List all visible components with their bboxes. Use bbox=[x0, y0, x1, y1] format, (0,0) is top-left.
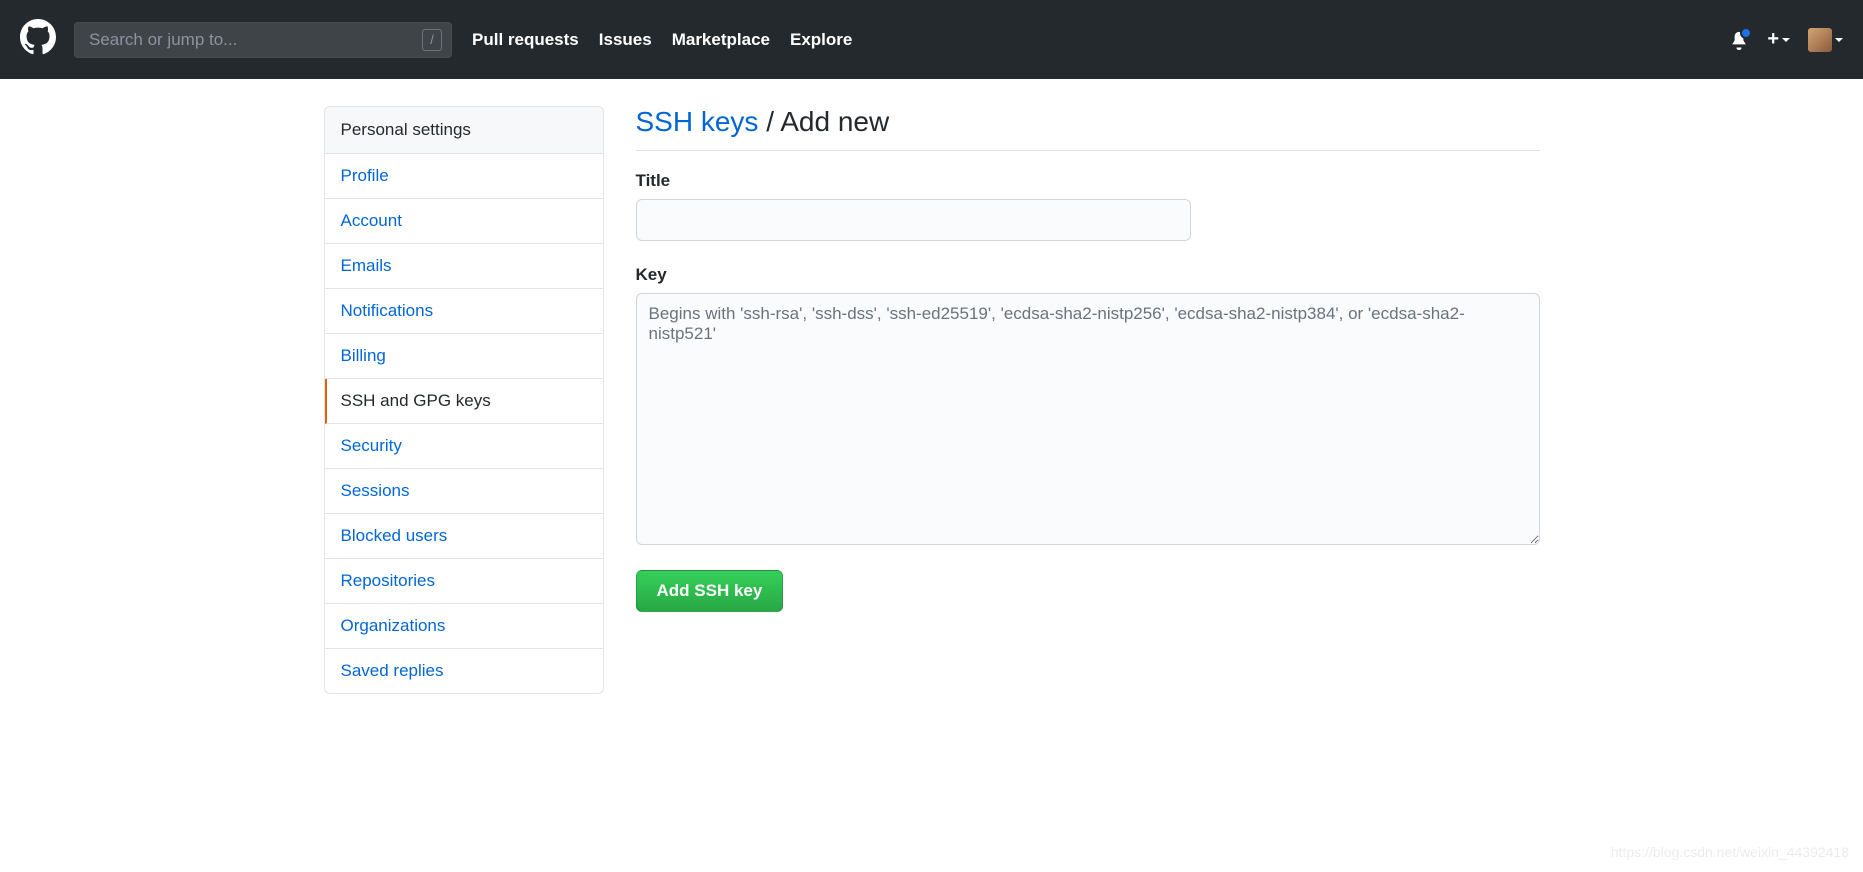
sidebar-header: Personal settings bbox=[325, 107, 603, 154]
chevron-down-icon bbox=[1835, 38, 1843, 42]
settings-sidebar: Personal settings Profile Account Emails… bbox=[324, 106, 604, 694]
sidebar-section: Personal settings Profile Account Emails… bbox=[324, 106, 604, 694]
nav-pull-requests[interactable]: Pull requests bbox=[472, 30, 579, 50]
notification-indicator-icon bbox=[1740, 27, 1752, 39]
plus-icon: + bbox=[1767, 28, 1779, 51]
nav-issues[interactable]: Issues bbox=[599, 30, 652, 50]
sidebar-item-security[interactable]: Security bbox=[325, 424, 603, 469]
title-input[interactable] bbox=[636, 199, 1191, 241]
breadcrumb-current: Add new bbox=[780, 106, 889, 137]
chevron-down-icon bbox=[1782, 38, 1790, 42]
search-wrapper: / bbox=[74, 22, 452, 58]
github-logo-icon[interactable] bbox=[20, 19, 74, 60]
sidebar-item-blocked-users[interactable]: Blocked users bbox=[325, 514, 603, 559]
sidebar-item-sessions[interactable]: Sessions bbox=[325, 469, 603, 514]
content-area: SSH keys / Add new Title Key Add SSH key bbox=[636, 106, 1540, 694]
nav-marketplace[interactable]: Marketplace bbox=[672, 30, 770, 50]
nav-explore[interactable]: Explore bbox=[790, 30, 852, 50]
sidebar-item-repositories[interactable]: Repositories bbox=[325, 559, 603, 604]
sidebar-item-profile[interactable]: Profile bbox=[325, 154, 603, 199]
watermark-text: https://blog.csdn.net/weixin_44392418 bbox=[1611, 844, 1849, 860]
primary-nav: Pull requests Issues Marketplace Explore bbox=[472, 30, 852, 50]
main-container: Personal settings Profile Account Emails… bbox=[292, 79, 1572, 721]
main-header: / Pull requests Issues Marketplace Explo… bbox=[0, 0, 1863, 79]
user-menu-dropdown[interactable] bbox=[1808, 28, 1843, 52]
search-slash-hint: / bbox=[422, 29, 442, 51]
breadcrumb-separator: / bbox=[758, 106, 780, 137]
avatar-icon bbox=[1808, 28, 1832, 52]
breadcrumb-ssh-keys-link[interactable]: SSH keys bbox=[636, 106, 759, 137]
sidebar-item-account[interactable]: Account bbox=[325, 199, 603, 244]
notifications-icon[interactable] bbox=[1729, 30, 1749, 50]
header-actions: + bbox=[1729, 28, 1843, 52]
sidebar-item-saved-replies[interactable]: Saved replies bbox=[325, 649, 603, 693]
sidebar-item-notifications[interactable]: Notifications bbox=[325, 289, 603, 334]
page-title: SSH keys / Add new bbox=[636, 106, 1540, 151]
key-field-label: Key bbox=[636, 265, 1540, 285]
search-input[interactable] bbox=[74, 22, 452, 58]
add-ssh-key-button[interactable]: Add SSH key bbox=[636, 570, 784, 612]
title-field-label: Title bbox=[636, 171, 1540, 191]
create-new-dropdown[interactable]: + bbox=[1767, 28, 1790, 51]
sidebar-item-billing[interactable]: Billing bbox=[325, 334, 603, 379]
sidebar-item-organizations[interactable]: Organizations bbox=[325, 604, 603, 649]
sidebar-item-ssh-gpg-keys: SSH and GPG keys bbox=[325, 379, 603, 424]
sidebar-item-emails[interactable]: Emails bbox=[325, 244, 603, 289]
key-textarea[interactable] bbox=[636, 293, 1540, 545]
